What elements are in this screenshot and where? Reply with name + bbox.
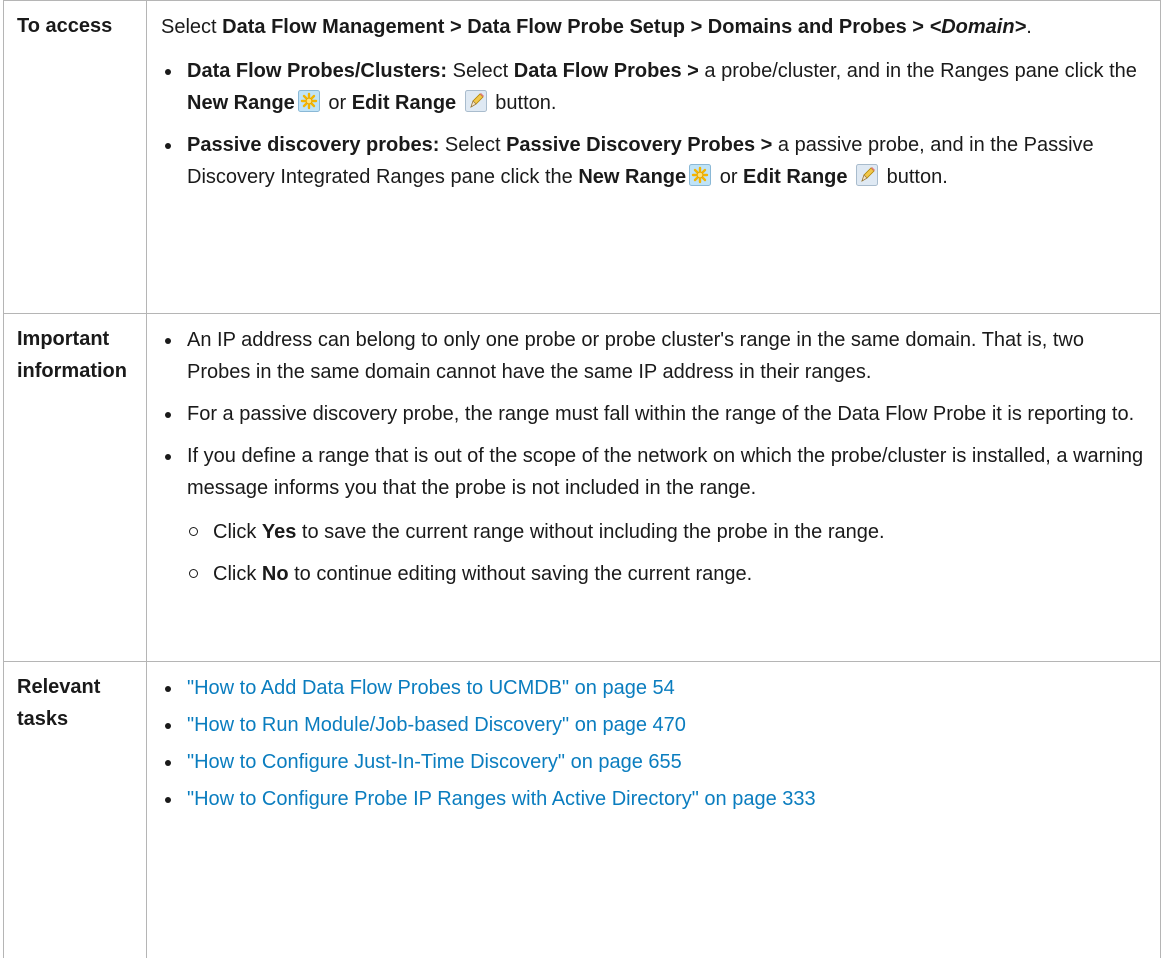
list-item: "How to Configure Just-In-Time Discovery… — [161, 746, 1146, 778]
row-label: Relevant tasks — [3, 661, 147, 958]
list-item: For a passive discovery probe, the range… — [161, 398, 1146, 430]
task-link-run-discovery[interactable]: "How to Run Module/Job-based Discovery" … — [187, 714, 686, 736]
info-table: To access Select Data Flow Management > … — [3, 0, 1161, 958]
row-label: To access — [3, 0, 147, 314]
edit-range-icon — [465, 90, 487, 112]
edit-range-icon — [856, 164, 878, 186]
important-list: An IP address can belong to only one pro… — [161, 324, 1146, 590]
row-label: Important information — [3, 313, 147, 662]
tasks-row: Relevant tasks "How to Add Data Flow Pro… — [3, 661, 1161, 958]
new-range-icon — [298, 90, 320, 112]
sub-list-item: Click Yes to save the current range with… — [187, 516, 1146, 548]
edit-range-label: Edit Range — [743, 166, 848, 188]
warning-options: Click Yes to save the current range with… — [187, 516, 1146, 590]
tasks-content: "How to Add Data Flow Probes to UCMDB" o… — [146, 661, 1161, 958]
domain-placeholder: <Domain> — [929, 16, 1027, 38]
access-list: Data Flow Probes/Clusters: Select Data F… — [161, 55, 1146, 193]
new-range-label: New Range — [578, 166, 687, 188]
list-item: An IP address can belong to only one pro… — [161, 324, 1146, 388]
no-option: No — [261, 563, 289, 585]
access-path: Select Data Flow Management > Data Flow … — [161, 16, 1032, 38]
new-range-icon — [689, 164, 711, 186]
access-row: To access Select Data Flow Management > … — [3, 0, 1161, 314]
task-link-jit-discovery[interactable]: "How to Configure Just-In-Time Discovery… — [187, 751, 682, 773]
important-content: An IP address can belong to only one pro… — [146, 313, 1161, 662]
important-row: Important information An IP address can … — [3, 313, 1161, 662]
new-range-label: New Range — [187, 92, 295, 114]
sub-list-item: Click No to continue editing without sav… — [187, 558, 1146, 590]
menu-path: Data Flow Management > Data Flow Probe S… — [222, 16, 930, 38]
task-link-ip-ranges-ad[interactable]: "How to Configure Probe IP Ranges with A… — [187, 788, 816, 810]
access-content: Select Data Flow Management > Data Flow … — [146, 0, 1161, 314]
yes-option: Yes — [261, 521, 297, 543]
list-item: "How to Configure Probe IP Ranges with A… — [161, 783, 1146, 815]
list-item: Passive discovery probes: Select Passive… — [161, 129, 1146, 193]
edit-range-label: Edit Range — [351, 92, 457, 114]
task-link-add-probes[interactable]: "How to Add Data Flow Probes to UCMDB" o… — [187, 677, 675, 699]
list-item: "How to Run Module/Job-based Discovery" … — [161, 709, 1146, 741]
list-item: If you define a range that is out of the… — [161, 440, 1146, 590]
tasks-list: "How to Add Data Flow Probes to UCMDB" o… — [161, 672, 1146, 815]
list-item: "How to Add Data Flow Probes to UCMDB" o… — [161, 672, 1146, 704]
list-item: Data Flow Probes/Clusters: Select Data F… — [161, 55, 1146, 119]
